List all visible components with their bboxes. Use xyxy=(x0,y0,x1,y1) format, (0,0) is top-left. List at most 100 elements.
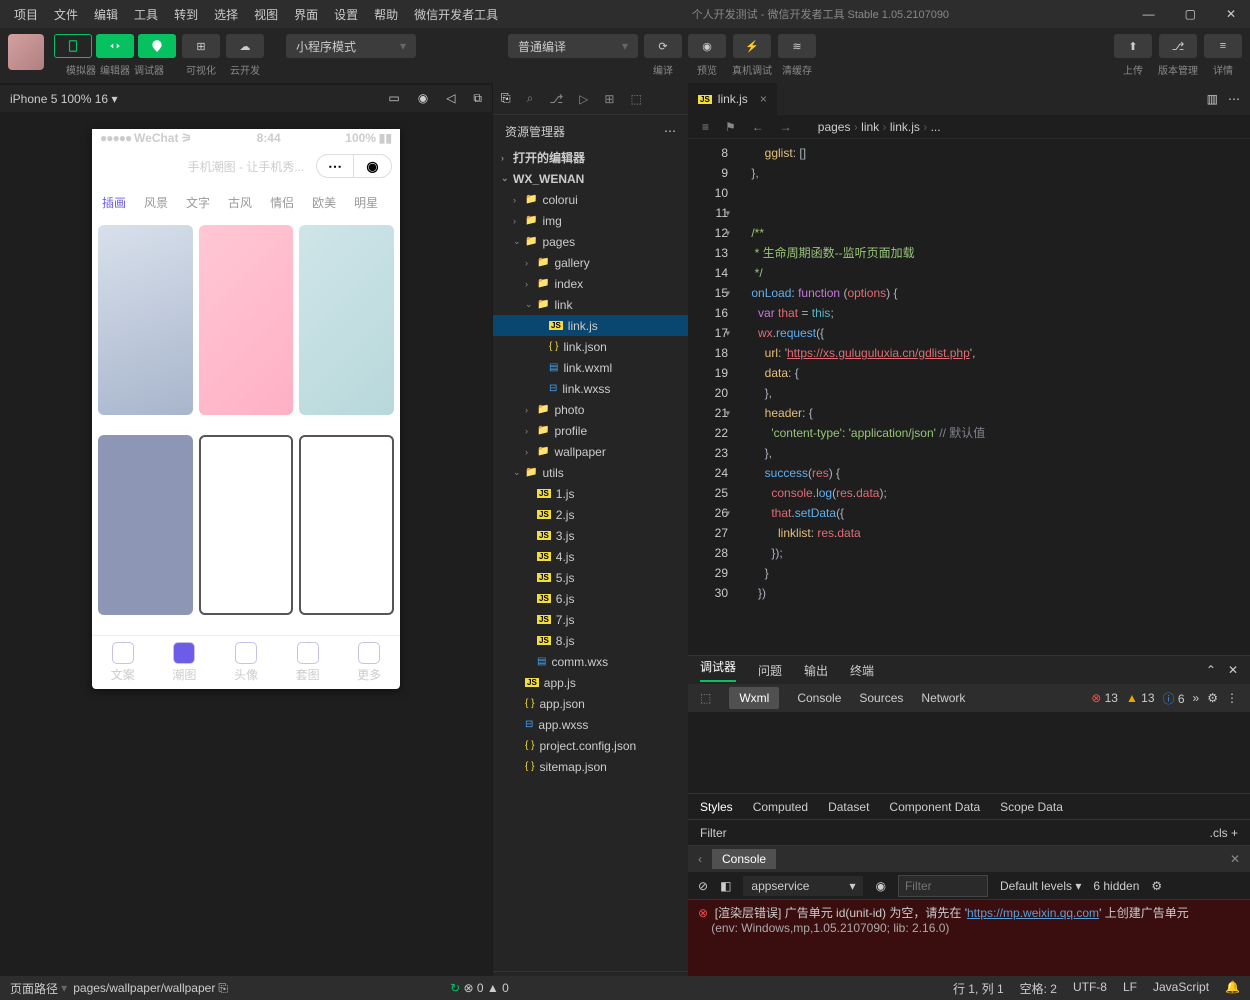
dbg-tab[interactable]: 调试器 xyxy=(700,658,736,682)
phone-tab[interactable]: 插画 xyxy=(102,194,126,211)
devtools-tab[interactable]: Wxml xyxy=(729,687,779,709)
toggle-icon[interactable]: ≡ xyxy=(702,120,709,134)
tree-item[interactable]: ⊟link.wxss xyxy=(493,378,688,399)
debug-icon[interactable]: ▷ xyxy=(579,92,588,106)
tree-item[interactable]: ›📁wallpaper xyxy=(493,441,688,462)
tree-item[interactable]: ⌄📁pages xyxy=(493,231,688,252)
detail-button[interactable]: ≡ xyxy=(1204,34,1242,58)
clear-button[interactable]: ≋ xyxy=(778,34,816,58)
device-icon[interactable]: ▭ xyxy=(388,91,399,106)
search-icon[interactable]: ⌕ xyxy=(527,91,534,106)
phone-tab[interactable]: 风景 xyxy=(144,194,168,211)
phone-tab[interactable]: 文字 xyxy=(186,194,210,211)
phone-grid[interactable] xyxy=(92,219,400,635)
ext-icon[interactable]: ⊞ xyxy=(604,92,614,106)
tree-item[interactable]: ⊟app.wxss xyxy=(493,714,688,735)
ext-icon[interactable]: ⬚ xyxy=(630,92,641,106)
git-icon[interactable]: ⎇ xyxy=(549,92,563,106)
rotate-icon[interactable]: ⧉ xyxy=(473,91,482,106)
nav-item[interactable]: 头像 xyxy=(215,636,277,689)
menu-item[interactable]: 设置 xyxy=(328,3,364,26)
phone-tab[interactable]: 明星 xyxy=(354,194,378,211)
tree-item[interactable]: JSapp.js xyxy=(493,672,688,693)
thumbnail[interactable] xyxy=(299,435,394,615)
menu-item[interactable]: 编辑 xyxy=(88,3,124,26)
tree-item[interactable]: JS8.js xyxy=(493,630,688,651)
tree-item[interactable]: ▤comm.wxs xyxy=(493,651,688,672)
phone-category-tabs[interactable]: 插画风景文字古风情侣欧美明星 xyxy=(92,185,400,219)
visualize-button[interactable]: ⊞ xyxy=(182,34,220,58)
sync-icon[interactable]: ↻ xyxy=(450,981,460,995)
dbg-tab[interactable]: 问题 xyxy=(758,662,782,679)
code-editor[interactable]: 891011▾12▾131415▾1617▾18192021▾222324252… xyxy=(688,139,1250,655)
collapse-icon[interactable]: ⌃ xyxy=(1206,663,1216,677)
split-icon[interactable]: ▥ xyxy=(1207,92,1218,106)
maximize-button[interactable]: ▢ xyxy=(1179,4,1202,24)
filter-input[interactable] xyxy=(898,875,988,897)
back-icon[interactable]: ‹ xyxy=(698,852,702,866)
menu-item[interactable]: 微信开发者工具 xyxy=(408,3,504,26)
preview-button[interactable]: ◉ xyxy=(688,34,726,58)
tree-item[interactable]: JSlink.js xyxy=(493,315,688,336)
editors-section[interactable]: ›打开的编辑器 xyxy=(493,147,688,168)
tree-item[interactable]: JS5.js xyxy=(493,567,688,588)
style-tab[interactable]: Styles xyxy=(700,800,733,814)
more-dots-icon[interactable]: ⋮ xyxy=(1226,691,1238,705)
thumbnail[interactable] xyxy=(98,435,193,615)
phone-tab[interactable]: 欧美 xyxy=(312,194,336,211)
tree-item[interactable]: ›📁index xyxy=(493,273,688,294)
style-tab[interactable]: Scope Data xyxy=(1000,800,1063,814)
phone-simulator[interactable]: ●●●●● WeChat ⚞ 8:44 100% ▮▮ 手机潮图 - 让手机秀.… xyxy=(92,129,400,689)
tree-item[interactable]: ›📁gallery xyxy=(493,252,688,273)
eye-icon[interactable]: ◉ xyxy=(875,879,885,893)
tree-item[interactable]: JS3.js xyxy=(493,525,688,546)
thumbnail[interactable] xyxy=(199,225,294,415)
tree-item[interactable]: JS2.js xyxy=(493,504,688,525)
version-button[interactable]: ⎇ xyxy=(1159,34,1197,58)
add-icon[interactable]: + xyxy=(1231,826,1238,840)
tree-item[interactable]: ›📁colorui xyxy=(493,189,688,210)
phone-bottom-nav[interactable]: 文案潮图头像套图更多 xyxy=(92,635,400,689)
tree-item[interactable]: JS4.js xyxy=(493,546,688,567)
menu-item[interactable]: 界面 xyxy=(288,3,324,26)
settings-icon[interactable]: ⚙ xyxy=(1151,879,1162,893)
thumbnail[interactable] xyxy=(199,435,294,615)
debugger-toggle[interactable] xyxy=(138,34,176,58)
compile-mode-select[interactable]: 普通编译▾ xyxy=(508,34,638,58)
nav-item[interactable]: 套图 xyxy=(277,636,339,689)
close-icon[interactable]: ✕ xyxy=(1230,852,1240,866)
tree-item[interactable]: ▤link.wxml xyxy=(493,357,688,378)
phone-tab[interactable]: 情侣 xyxy=(270,194,294,211)
tree-item[interactable]: { }link.json xyxy=(493,336,688,357)
compile-button[interactable]: ⟳ xyxy=(644,34,682,58)
scope-icon[interactable]: ◧ xyxy=(720,879,731,893)
mute-icon[interactable]: ◁ xyxy=(446,91,455,106)
console-tab[interactable]: Console xyxy=(712,849,776,869)
page-path[interactable]: pages/wallpaper/wallpaper xyxy=(73,981,215,995)
menu-item[interactable]: 文件 xyxy=(48,3,84,26)
close-icon[interactable]: ✕ xyxy=(1228,663,1238,677)
project-section[interactable]: ⌄WX_WENAN xyxy=(493,168,688,189)
simulator-toggle[interactable] xyxy=(54,34,92,58)
tree-item[interactable]: { }app.json xyxy=(493,693,688,714)
editor-toggle[interactable] xyxy=(96,34,134,58)
avatar[interactable] xyxy=(8,34,44,70)
device-select[interactable]: iPhone 5 100% 16 ▾ xyxy=(10,92,117,106)
copy-icon[interactable]: ⎘ xyxy=(218,981,228,996)
filter-input[interactable]: Filter xyxy=(700,826,727,840)
nav-item[interactable]: 更多 xyxy=(338,636,400,689)
remote-button[interactable]: ⚡ xyxy=(733,34,771,58)
tree-item[interactable]: { }sitemap.json xyxy=(493,756,688,777)
upload-button[interactable]: ⬆ xyxy=(1114,34,1152,58)
menu-item[interactable]: 视图 xyxy=(248,3,284,26)
tree-item[interactable]: JS6.js xyxy=(493,588,688,609)
tree-item[interactable]: ›📁photo xyxy=(493,399,688,420)
cloud-button[interactable]: ☁ xyxy=(226,34,264,58)
menu-item[interactable]: 项目 xyxy=(8,3,44,26)
dbg-tab[interactable]: 输出 xyxy=(804,662,828,679)
tree-item[interactable]: ⌄📁link xyxy=(493,294,688,315)
devtools-tab[interactable]: Console xyxy=(797,691,841,705)
menu-item[interactable]: 工具 xyxy=(128,3,164,26)
more-icon[interactable]: ⋯ xyxy=(664,124,676,138)
more-icon[interactable]: ⋯ xyxy=(1228,92,1240,106)
